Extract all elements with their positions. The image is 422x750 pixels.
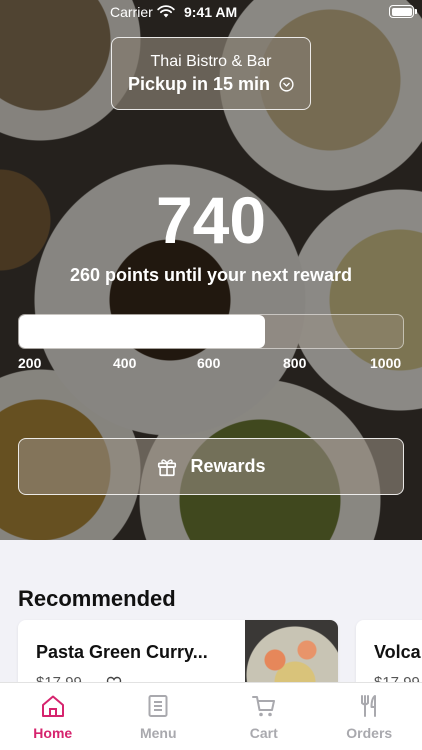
carrier-label: Carrier — [110, 4, 153, 20]
tab-home[interactable]: Home — [0, 683, 106, 750]
recommended-item-card[interactable]: Pasta Green Curry... $17.99 — [18, 620, 338, 682]
heart-icon[interactable] — [106, 675, 122, 682]
tab-label: Cart — [249, 725, 278, 741]
item-price: $17.99 — [36, 674, 82, 682]
progress-tick: 1000 — [370, 355, 402, 371]
rewards-button-label: Rewards — [190, 456, 266, 476]
tab-bar: Home Menu Cart Orders — [0, 682, 422, 750]
tab-label: Home — [33, 725, 73, 741]
tab-cart[interactable]: Cart — [211, 683, 317, 750]
hero-section: Carrier 9:41 AM Thai Bistro & Bar Pickup… — [0, 0, 422, 540]
rewards-button[interactable]: Rewards — [18, 438, 404, 495]
recommended-item-card[interactable]: Volca $17.99 — [356, 620, 422, 682]
battery-icon — [389, 5, 414, 18]
rewards-progress-bar — [18, 314, 404, 349]
progress-tick: 800 — [283, 355, 307, 371]
wifi-icon — [157, 5, 175, 18]
status-bar: Carrier 9:41 AM — [0, 0, 422, 24]
orders-icon — [361, 695, 377, 717]
cart-icon — [251, 696, 275, 717]
pickup-selector-button[interactable]: Thai Bistro & Bar Pickup in 15 min — [111, 37, 311, 110]
progress-tick: 600 — [197, 355, 221, 371]
tab-menu[interactable]: Menu — [106, 683, 212, 750]
item-name: Pasta Green Curry... — [36, 642, 208, 662]
menu-icon — [148, 695, 168, 717]
gift-icon — [158, 458, 177, 476]
pickup-time-row: Pickup in 15 min — [112, 74, 310, 95]
chevron-down-circle-icon — [279, 77, 294, 92]
points-until-reward: 260 points until your next reward — [69, 265, 353, 285]
progress-tick: 400 — [113, 355, 137, 371]
item-price: $17.99 — [374, 674, 420, 682]
item-name: Volca — [374, 642, 421, 662]
home-icon — [41, 695, 64, 717]
points-balance: 740 — [155, 183, 267, 257]
section-title-recommended: Recommended — [18, 586, 176, 611]
restaurant-name: Thai Bistro & Bar — [150, 53, 272, 70]
status-time: 9:41 AM — [184, 4, 238, 20]
tab-orders[interactable]: Orders — [317, 683, 422, 750]
tab-label: Orders — [346, 725, 393, 741]
tab-label: Menu — [139, 725, 177, 741]
pickup-time-label: Pickup in 15 min — [127, 74, 271, 94]
battery-tip — [415, 9, 417, 14]
progress-tick: 200 — [18, 355, 42, 371]
rewards-progress-fill — [19, 315, 265, 348]
item-photo — [245, 620, 338, 682]
home-content: Recommended Pasta Green Curry... $17.99 … — [0, 540, 422, 682]
